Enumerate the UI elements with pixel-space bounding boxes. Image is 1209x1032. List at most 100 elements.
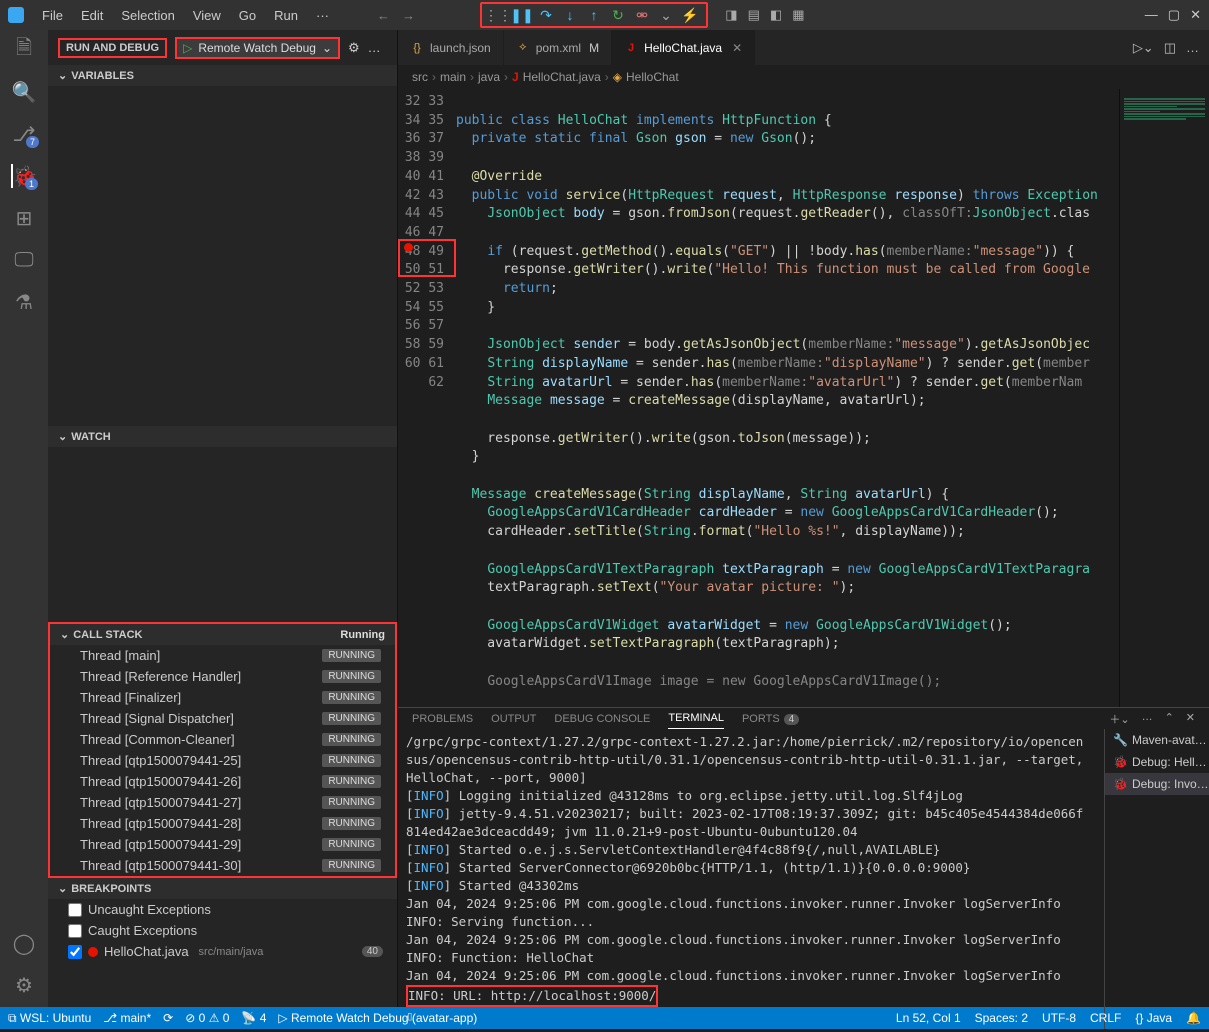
sync-indicator[interactable]: ⟳	[163, 1011, 173, 1025]
more-actions-icon[interactable]: …	[1142, 711, 1153, 727]
breakpoint-caught[interactable]: Caught Exceptions	[48, 920, 397, 941]
chevron-down-icon[interactable]: ⌄	[322, 41, 332, 55]
breakpoints-header[interactable]: ⌄BREAKPOINTS	[48, 878, 397, 899]
variables-header[interactable]: ⌄VARIABLES	[48, 65, 397, 86]
notifications-icon[interactable]: 🔔	[1186, 1011, 1201, 1025]
testing-icon[interactable]: ⚗	[12, 290, 36, 314]
menu-go[interactable]: Go	[231, 4, 264, 27]
thread-row[interactable]: Thread [Signal Dispatcher]RUNNING	[50, 708, 395, 729]
crumb[interactable]: HelloChat.java	[523, 70, 601, 84]
breakpoint-checkbox[interactable]	[68, 903, 82, 917]
breakpoint-uncaught[interactable]: Uncaught Exceptions	[48, 899, 397, 920]
maximize-panel-icon[interactable]: ⌃	[1165, 711, 1174, 727]
terminal-item-debug-invo[interactable]: 🐞Debug: Invo…	[1105, 773, 1209, 795]
menu-view[interactable]: View	[185, 4, 229, 27]
minimap[interactable]	[1119, 89, 1209, 707]
problems-indicator[interactable]: ⊘ 0 ⚠ 0	[185, 1011, 229, 1025]
close-icon[interactable]: ✕	[1190, 7, 1201, 23]
close-tab-icon[interactable]: ✕	[732, 41, 742, 55]
breakpoint-checkbox[interactable]	[68, 924, 82, 938]
thread-row[interactable]: Thread [qtp1500079441-26]RUNNING	[50, 771, 395, 792]
callstack-header[interactable]: ⌄CALL STACK Running	[50, 624, 395, 645]
thread-row[interactable]: Thread [qtp1500079441-28]RUNNING	[50, 813, 395, 834]
drag-handle-icon[interactable]: ⋮⋮	[488, 5, 508, 25]
search-icon[interactable]: 🔍	[12, 80, 36, 104]
scm-icon[interactable]: ⎇7	[12, 122, 36, 146]
more-actions-icon[interactable]: …	[368, 40, 381, 55]
panel-tab-debug-console[interactable]: DEBUG CONSOLE	[554, 709, 650, 729]
language-indicator[interactable]: {} Java	[1135, 1011, 1172, 1025]
tab-pom-xml[interactable]: ⟡pom.xmlM	[504, 30, 612, 65]
thread-row[interactable]: Thread [Reference Handler]RUNNING	[50, 666, 395, 687]
code-editor[interactable]: 32 33 34 35 36 37 38 39 40 41 42 43 44 4…	[398, 89, 1209, 707]
panel-tab-problems[interactable]: PROBLEMS	[412, 709, 473, 729]
toggle-panel-icon[interactable]: ▤	[748, 7, 760, 23]
encoding-indicator[interactable]: UTF-8	[1042, 1011, 1076, 1025]
nav-back-icon[interactable]: ←	[377, 8, 390, 23]
breakpoint-line[interactable]: HelloChat.java src/main/java 40	[48, 941, 397, 962]
terminal-output[interactable]: /grpc/grpc-context/1.27.2/grpc-context-1…	[398, 729, 1104, 1029]
panel-tab-ports[interactable]: PORTS4	[742, 709, 799, 729]
breadcrumb[interactable]: src› main› java› J HelloChat.java› ◈ Hel…	[398, 65, 1209, 89]
remote-indicator[interactable]: ⧉ WSL: Ubuntu	[8, 1011, 91, 1026]
menu-more[interactable]: ···	[308, 4, 337, 27]
split-editor-icon[interactable]: ◫	[1164, 40, 1176, 56]
line-gutter[interactable]: 32 33 34 35 36 37 38 39 40 41 42 43 44 4…	[398, 89, 456, 707]
extensions-icon[interactable]: ⊞	[12, 206, 36, 230]
watch-header[interactable]: ⌄WATCH	[48, 426, 397, 447]
debug-icon[interactable]: 🐞1	[11, 164, 35, 188]
close-panel-icon[interactable]: ✕	[1186, 711, 1195, 727]
toggle-secondary-sidebar-icon[interactable]: ◧	[770, 7, 782, 23]
crumb[interactable]: HelloChat	[626, 70, 679, 84]
nav-forward-icon[interactable]: →	[402, 8, 415, 23]
breakpoint-dot-icon[interactable]	[404, 243, 413, 252]
pause-icon[interactable]: ❚❚	[512, 5, 532, 25]
eol-indicator[interactable]: CRLF	[1090, 1011, 1121, 1025]
code-content[interactable]: public class HelloChat implements HttpFu…	[456, 89, 1209, 707]
run-icon[interactable]: ▷⌄	[1133, 40, 1154, 56]
terminal-item-maven[interactable]: 🔧Maven-avat…	[1105, 729, 1209, 751]
branch-indicator[interactable]: ⎇ main*	[103, 1011, 151, 1025]
step-into-icon[interactable]: ↓	[560, 5, 580, 25]
disconnect-icon[interactable]: ⚮	[632, 5, 652, 25]
thread-row[interactable]: Thread [qtp1500079441-30]RUNNING	[50, 855, 395, 876]
dropdown-icon[interactable]: ⌄	[656, 5, 676, 25]
crumb[interactable]: src	[412, 70, 428, 84]
ports-indicator[interactable]: 📡 4	[241, 1011, 266, 1025]
toggle-primary-sidebar-icon[interactable]: ◨	[725, 7, 737, 23]
launch-config-select[interactable]: ▷ Remote Watch Debug ⌄	[175, 37, 340, 59]
explorer-icon[interactable]: 🗎	[12, 38, 36, 62]
tab-launch-json[interactable]: {}launch.json	[398, 30, 504, 65]
tab-hellochat-java[interactable]: JHelloChat.java✕	[612, 30, 755, 65]
panel-tab-terminal[interactable]: TERMINAL	[668, 708, 724, 729]
accounts-icon[interactable]: ◯	[12, 931, 36, 955]
terminal-item-debug-hello[interactable]: 🐞Debug: Hell…	[1105, 751, 1209, 773]
remote-explorer-icon[interactable]: 🖵	[12, 248, 36, 272]
hot-reload-icon[interactable]: ⚡	[680, 5, 700, 25]
menu-selection[interactable]: Selection	[113, 4, 182, 27]
thread-row[interactable]: Thread [Finalizer]RUNNING	[50, 687, 395, 708]
thread-row[interactable]: Thread [Common-Cleaner]RUNNING	[50, 729, 395, 750]
thread-row[interactable]: Thread [qtp1500079441-25]RUNNING	[50, 750, 395, 771]
debug-indicator[interactable]: ▷ Remote Watch Debug (avatar-app)	[278, 1011, 477, 1025]
crumb[interactable]: java	[478, 70, 500, 84]
cursor-position[interactable]: Ln 52, Col 1	[896, 1011, 961, 1025]
maximize-icon[interactable]: ▢	[1168, 7, 1180, 23]
debug-settings-gear-icon[interactable]: ⚙	[348, 40, 360, 56]
step-over-icon[interactable]: ↷	[536, 5, 556, 25]
breakpoint-checkbox[interactable]	[68, 945, 82, 959]
crumb[interactable]: main	[440, 70, 466, 84]
customize-layout-icon[interactable]: ▦	[792, 7, 804, 23]
menu-edit[interactable]: Edit	[73, 4, 111, 27]
indent-indicator[interactable]: Spaces: 2	[975, 1011, 1028, 1025]
panel-tab-output[interactable]: OUTPUT	[491, 709, 536, 729]
menu-file[interactable]: File	[34, 4, 71, 27]
thread-row[interactable]: Thread [qtp1500079441-27]RUNNING	[50, 792, 395, 813]
menu-run[interactable]: Run	[266, 4, 306, 27]
thread-row[interactable]: Thread [qtp1500079441-29]RUNNING	[50, 834, 395, 855]
new-terminal-icon[interactable]: ＋⌄	[1109, 711, 1129, 727]
restart-icon[interactable]: ↻	[608, 5, 628, 25]
minimize-icon[interactable]: —	[1145, 7, 1158, 23]
more-actions-icon[interactable]: …	[1186, 40, 1199, 55]
thread-row[interactable]: Thread [main]RUNNING	[50, 645, 395, 666]
